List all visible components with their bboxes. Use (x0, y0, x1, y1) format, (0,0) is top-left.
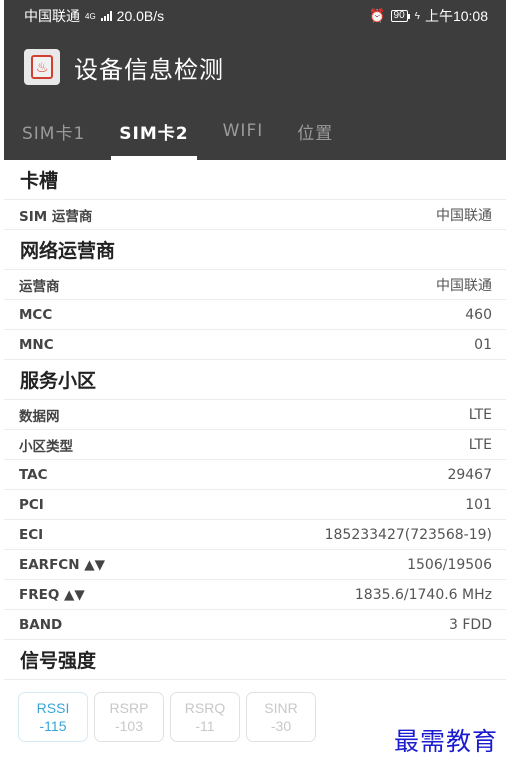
info-row: 运营商 中国联通 (4, 270, 506, 300)
info-row-label: EARFCN ▲▼ (19, 556, 105, 573)
status-left: 中国联通 4G 20.0B/s (24, 6, 164, 26)
carrier-name: 中国联通 (24, 8, 80, 24)
section-title: 网络运营商 (4, 230, 506, 270)
network-type: 4G (85, 11, 96, 21)
signal-chip-value: -30 (270, 718, 292, 734)
info-row-value: LTE (468, 406, 492, 423)
info-list: 卡槽 SIM 运营商 中国联通 网络运营商 运营商 中国联通 MCC 460 MNC 01 服务小区… (4, 160, 506, 680)
flame-icon: ♨ (31, 55, 53, 79)
info-row-label: SIM 运营商 (19, 208, 93, 225)
info-row-label: TAC (19, 466, 48, 483)
info-row: MNC 01 (4, 330, 506, 360)
clock: 上午10:08 (424, 8, 488, 24)
info-row-value: 185233427(723568-19) (324, 526, 492, 543)
info-row: 小区类型 LTE (4, 430, 506, 460)
info-row-value: 中国联通 (436, 277, 492, 294)
info-row: ECI 185233427(723568-19) (4, 520, 506, 550)
info-row-value: 101 (465, 496, 492, 513)
info-row-value: 3 FDD (449, 616, 492, 633)
info-row-label: MNC (19, 336, 54, 353)
signal-chip-name: RSRQ (184, 700, 226, 716)
signal-chip-rsrq[interactable]: RSRQ -11 (170, 692, 240, 742)
info-row-label: 运营商 (19, 278, 60, 295)
info-row: BAND 3 FDD (4, 610, 506, 640)
tab-bar: SIM卡1 SIM卡2 WIFI 位置 (4, 102, 506, 160)
status-right: ⏰ 90 ϟ 上午10:08 (369, 6, 488, 26)
status-bar: 中国联通 4G 20.0B/s ⏰ 90 ϟ 上午10:08 (4, 0, 506, 32)
tab-1[interactable]: SIM卡2 (111, 102, 197, 160)
signal-chip-value: -115 (39, 718, 67, 734)
info-row: PCI 101 (4, 490, 506, 520)
signal-chip-sinr[interactable]: SINR -30 (246, 692, 316, 742)
signal-chip-rssi[interactable]: RSSI -115 (18, 692, 88, 742)
signal-chip-value: -103 (114, 718, 144, 734)
info-row: 数据网 LTE (4, 400, 506, 430)
info-row-value: 29467 (447, 466, 492, 483)
signal-chip-value: -11 (195, 718, 215, 734)
app-icon: ♨ (24, 49, 60, 85)
info-row-value: 460 (465, 306, 492, 323)
info-row-value: 中国联通 (436, 207, 492, 224)
network-speed: 20.0B/s (116, 8, 165, 24)
tab-3[interactable]: 位置 (297, 102, 333, 160)
watermark: 最需教育 (393, 727, 498, 756)
info-row-label: PCI (19, 496, 44, 513)
info-row-value: 1506/19506 (407, 556, 492, 573)
signal-chip-name: SINR (264, 700, 298, 716)
charging-icon: ϟ (414, 10, 420, 22)
battery-icon: 90 (390, 10, 410, 22)
section-title: 卡槽 (4, 160, 506, 200)
phone-screen: 中国联通 4G 20.0B/s ⏰ 90 ϟ 上午10:08 ♨ 设备信息检测 … (4, 0, 506, 772)
section-title: 服务小区 (4, 360, 506, 400)
signal-chip-rsrp[interactable]: RSRP -103 (94, 692, 164, 742)
info-row-label: 小区类型 (19, 438, 73, 455)
info-row-label: MCC (19, 306, 53, 323)
info-row: MCC 460 (4, 300, 506, 330)
battery-level: 90 (390, 10, 408, 22)
info-row-label: 数据网 (19, 408, 60, 425)
tab-0[interactable]: SIM卡1 (22, 102, 85, 160)
signal-icon (100, 11, 112, 21)
info-row: EARFCN ▲▼ 1506/19506 (4, 550, 506, 580)
info-row-label: ECI (19, 526, 44, 543)
tab-2[interactable]: WIFI (223, 102, 264, 160)
app-title: 设备信息检测 (74, 55, 224, 84)
signal-chip-name: RSRP (109, 700, 149, 716)
section-title: 信号强度 (4, 640, 506, 680)
info-row-value: LTE (468, 436, 492, 453)
alarm-icon: ⏰ (369, 8, 386, 23)
app-header: ♨ 设备信息检测 (4, 32, 506, 102)
info-row-value: 01 (474, 336, 492, 353)
info-row-label: BAND (19, 616, 63, 633)
info-row-value: 1835.6/1740.6 MHz (354, 586, 492, 603)
info-row: FREQ ▲▼ 1835.6/1740.6 MHz (4, 580, 506, 610)
signal-chip-name: RSSI (36, 700, 70, 716)
info-row: TAC 29467 (4, 460, 506, 490)
info-row: SIM 运营商 中国联通 (4, 200, 506, 230)
info-row-label: FREQ ▲▼ (19, 586, 85, 603)
